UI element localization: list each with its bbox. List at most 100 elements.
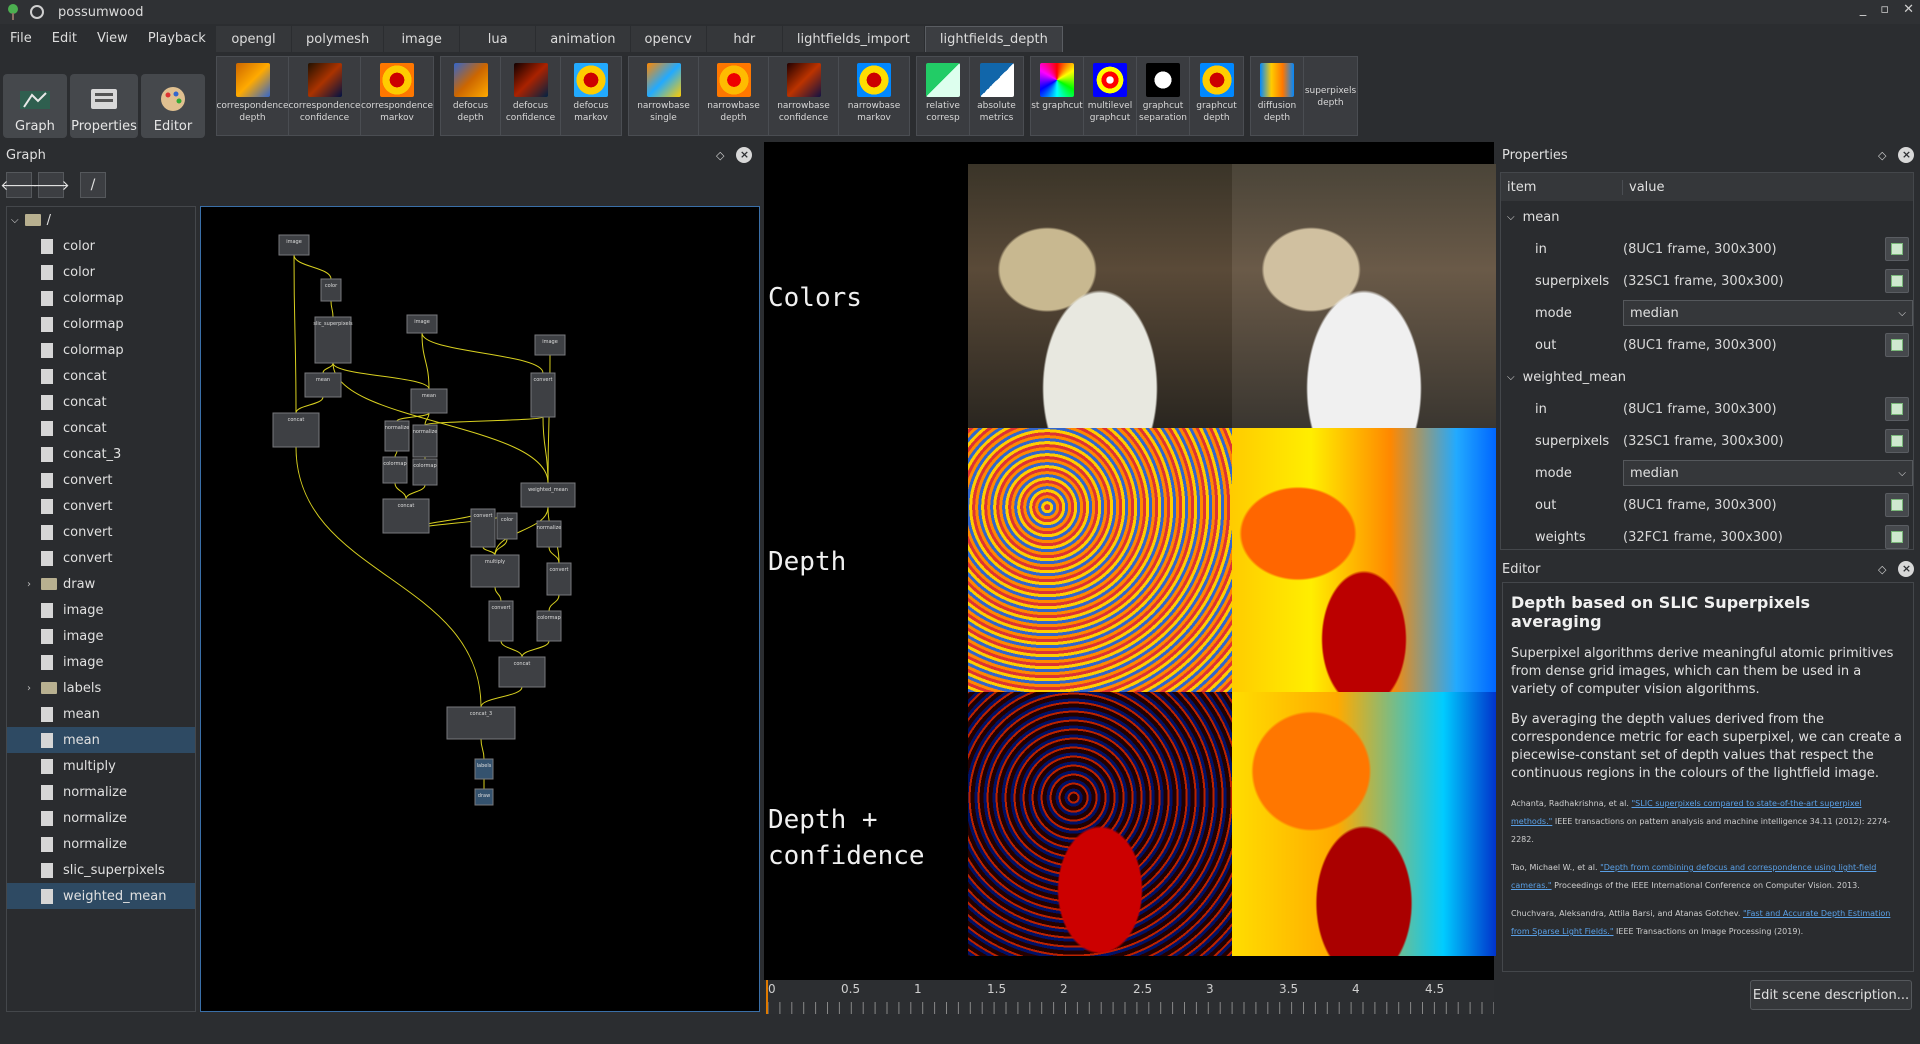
close-icon[interactable]: ×: [736, 147, 753, 163]
tab-opengl[interactable]: opengl: [216, 26, 292, 52]
narrowbase-markov-button[interactable]: narrowbase markov: [839, 57, 909, 135]
float-icon[interactable]: ◇: [1878, 563, 1886, 576]
minimize-button[interactable]: _: [1860, 2, 1867, 17]
tree-item[interactable]: concat: [7, 389, 195, 415]
graph-node-convert[interactable]: convert: [488, 600, 514, 642]
graph-node-weighted-mean[interactable]: weighted_mean: [520, 482, 576, 508]
inspect-button[interactable]: [1885, 525, 1909, 549]
menu-file[interactable]: File: [0, 31, 42, 46]
graph-node-slic-superpixels[interactable]: slic_superpixels: [313, 316, 353, 364]
tree-item[interactable]: color: [7, 233, 195, 259]
inspect-button[interactable]: [1885, 269, 1909, 293]
float-icon[interactable]: ◇: [716, 149, 724, 162]
defocus-depth-button[interactable]: defocus depth: [441, 57, 501, 135]
graphcut-depth-button[interactable]: graphcut depth: [1190, 57, 1243, 135]
graph-node-convert[interactable]: convert: [546, 562, 572, 596]
tab-lightfields-depth[interactable]: lightfields_depth: [924, 26, 1063, 52]
chevron-down-icon[interactable]: ⌵: [1507, 372, 1515, 383]
menu-edit[interactable]: Edit: [42, 31, 87, 46]
inspect-button[interactable]: [1885, 333, 1909, 357]
graph-node-mean[interactable]: mean: [304, 372, 342, 398]
properties-mode-button[interactable]: Properties: [70, 74, 138, 138]
edit-scene-description-button[interactable]: Edit scene description...: [1750, 980, 1912, 1010]
forward-button[interactable]: 🡒: [32, 172, 70, 198]
inspect-button[interactable]: [1885, 237, 1909, 261]
timeline[interactable]: 0 0.5 1 1.5 2 2.5 3 3.5 4 4.5: [764, 980, 1495, 1014]
node-graph[interactable]: imagecolorslic_superpixels imageimagemean…: [201, 207, 759, 1011]
tree-item[interactable]: › labels: [7, 675, 195, 701]
viewport[interactable]: Colors Depth Depth + confidence 0 0.5 1 1.5…: [764, 142, 1496, 1014]
diffusion-depth-button[interactable]: diffusion depth: [1251, 57, 1304, 135]
tree-item[interactable]: concat_3: [7, 441, 195, 467]
inspect-button[interactable]: [1885, 397, 1909, 421]
tree-item[interactable]: slic_superpixels: [7, 857, 195, 883]
multilevel-graphcut-button[interactable]: multilevel graphcut: [1084, 57, 1137, 135]
st-graphcut-button[interactable]: st graphcut: [1031, 57, 1084, 135]
property-group[interactable]: ⌵ mean: [1501, 201, 1913, 233]
tree-item[interactable]: normalize: [7, 805, 195, 831]
graph-node-concat[interactable]: concat: [498, 656, 546, 688]
narrowbase-depth-button[interactable]: narrowbase depth: [699, 57, 769, 135]
correspondence-confidence-button[interactable]: correspondence confidence: [288, 57, 361, 135]
tree-item[interactable]: colormap: [7, 337, 195, 363]
close-button[interactable]: ✕: [1903, 2, 1914, 17]
graph-node-image[interactable]: image: [534, 334, 566, 356]
close-icon[interactable]: ×: [1898, 147, 1915, 163]
path-button[interactable]: /: [80, 172, 106, 198]
graph-node-colormap[interactable]: colormap: [536, 610, 562, 642]
tab-polymesh[interactable]: polymesh: [292, 26, 385, 52]
defocus-confidence-button[interactable]: defocus confidence: [501, 57, 561, 135]
pin-icon[interactable]: [30, 5, 44, 19]
tab-lua[interactable]: lua: [460, 26, 537, 52]
inspect-button[interactable]: [1885, 429, 1909, 453]
graphcut-separation-button[interactable]: graphcut separation: [1137, 57, 1190, 135]
tree-item[interactable]: image: [7, 623, 195, 649]
tree-item[interactable]: convert: [7, 545, 195, 571]
tree-item[interactable]: convert: [7, 467, 195, 493]
maximize-button[interactable]: ▫: [1880, 2, 1889, 17]
chevron-down-icon[interactable]: ⌵: [1507, 212, 1515, 223]
node-graph-canvas[interactable]: image color slic_superpixels image image mean…: [200, 206, 760, 1012]
float-icon[interactable]: ◇: [1878, 149, 1886, 162]
tree-item[interactable]: weighted_mean: [7, 883, 195, 909]
correspondence-markov-button[interactable]: correspondence markov: [361, 57, 433, 135]
graph-node-convert[interactable]: convert: [530, 372, 556, 418]
mode-select[interactable]: median ⌵: [1623, 300, 1913, 326]
graph-node-normalize[interactable]: normalize: [536, 520, 562, 548]
tab-animation[interactable]: animation: [536, 26, 631, 52]
narrowbase-single-button[interactable]: narrowbase single: [629, 57, 699, 135]
mode-select[interactable]: median ⌵: [1623, 460, 1913, 486]
editor-mode-button[interactable]: Editor: [141, 74, 205, 138]
graph-node-normalize[interactable]: normalize: [384, 420, 410, 452]
graph-node-convert[interactable]: convert: [470, 508, 496, 548]
graph-node-color[interactable]: color: [496, 512, 518, 540]
property-group[interactable]: ⌵ weighted_mean: [1501, 361, 1913, 393]
tree-item[interactable]: image: [7, 597, 195, 623]
absolute-metrics-button[interactable]: absolute metrics: [970, 57, 1023, 135]
tree-item[interactable]: normalize: [7, 831, 195, 857]
close-icon[interactable]: ×: [1898, 561, 1915, 577]
graph-node-mean[interactable]: mean: [410, 388, 448, 414]
chevron-right-icon[interactable]: ›: [27, 683, 31, 694]
tree-item[interactable]: color: [7, 259, 195, 285]
graph-node-colormap[interactable]: colormap: [382, 456, 408, 484]
tree-item[interactable]: mean: [7, 701, 195, 727]
graph-node-concat-3[interactable]: concat_3: [446, 706, 516, 740]
tab-image[interactable]: image: [384, 26, 461, 52]
superpixels-depth-button[interactable]: superpixels depth: [1304, 57, 1357, 135]
graph-node-multiply[interactable]: multiply: [470, 554, 520, 588]
relative-corresp-button[interactable]: relative corresp: [917, 57, 970, 135]
chevron-right-icon[interactable]: ›: [27, 579, 31, 590]
tab-hdr[interactable]: hdr: [706, 26, 783, 52]
graph-node-concat[interactable]: concat: [272, 412, 320, 448]
menu-view[interactable]: View: [87, 31, 138, 46]
tree-item[interactable]: colormap: [7, 285, 195, 311]
graph-node-image[interactable]: image: [278, 234, 310, 256]
tree-item[interactable]: normalize: [7, 779, 195, 805]
graph-node-normalize[interactable]: normalize: [412, 424, 438, 458]
tree-item[interactable]: mean: [7, 727, 195, 753]
tree-root[interactable]: ⌵ /: [7, 207, 195, 233]
correspondence-depth-button[interactable]: correspondence depth: [216, 57, 289, 135]
tree-item[interactable]: convert: [7, 519, 195, 545]
tree-item[interactable]: convert: [7, 493, 195, 519]
